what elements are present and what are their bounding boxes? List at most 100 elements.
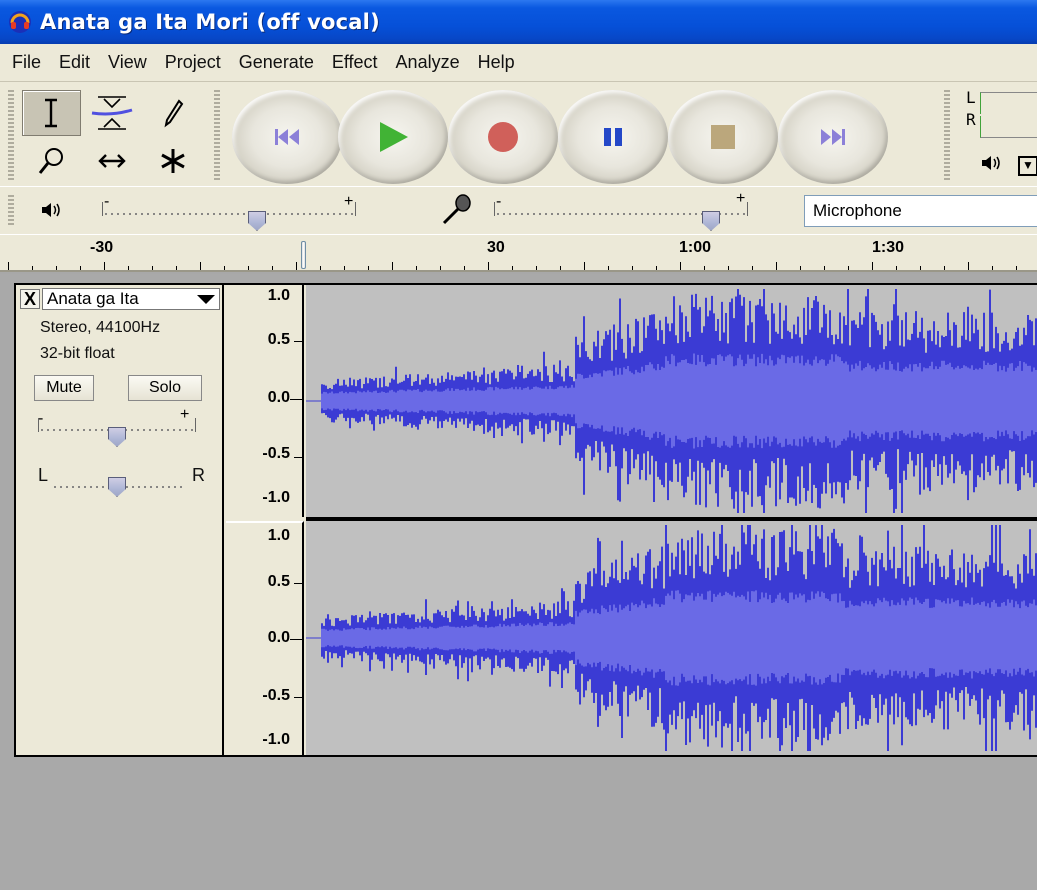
ruler-tick — [104, 262, 105, 270]
track-format: Stereo, 44100Hz — [40, 319, 161, 336]
ruler-tick — [248, 266, 249, 270]
ruler-tick — [680, 262, 681, 270]
mute-button[interactable]: Mute — [34, 375, 94, 401]
skip-to-end-button[interactable] — [778, 90, 888, 184]
menu-help[interactable]: Help — [470, 52, 523, 73]
ruler-tick — [8, 262, 9, 270]
ruler-tick — [128, 266, 129, 270]
track-name-menu[interactable]: Anata ga Ita — [42, 288, 220, 310]
input-source-select[interactable]: Microphone — [804, 195, 1037, 227]
menu-generate[interactable]: Generate — [231, 52, 322, 73]
menu-effect[interactable]: Effect — [324, 52, 386, 73]
tools-toolbar-grip[interactable] — [8, 90, 14, 182]
toolbar-area: L R ▼ - + - + Microphone — [0, 82, 1037, 234]
scale-tick — [294, 341, 302, 342]
ruler-tick — [632, 266, 633, 270]
track-close-button[interactable]: X — [20, 289, 40, 309]
ruler-tick — [1016, 266, 1017, 270]
channel-separator — [306, 517, 1037, 521]
meter-right-label: R — [966, 110, 976, 129]
pencil-icon — [164, 99, 183, 128]
magnifier-icon — [39, 148, 64, 174]
audio-track: X Anata ga Ita Stereo, 44100Hz 32-bit fl… — [14, 283, 1037, 757]
scale-tick — [294, 583, 302, 584]
ruler-tick — [848, 266, 849, 270]
solo-button[interactable]: Solo — [128, 375, 202, 401]
time-shift-tool-button[interactable] — [83, 138, 142, 184]
audacity-logo-icon — [9, 11, 31, 33]
meter-left-label: L — [966, 88, 976, 107]
pan-right-label: R — [192, 465, 205, 485]
ruler-tick — [464, 266, 465, 270]
record-button[interactable] — [448, 90, 558, 184]
draw-tool-button[interactable] — [143, 90, 202, 136]
transport-toolbar — [232, 90, 892, 184]
ruler-tick — [896, 266, 897, 270]
ch2-scale-label: -1.0 — [262, 731, 290, 748]
menu-view[interactable]: View — [100, 52, 155, 73]
ruler-tick — [944, 266, 945, 270]
input-volume-thumb[interactable] — [702, 211, 720, 231]
meter-toolbar-grip[interactable] — [944, 90, 950, 182]
ruler-label-1-30: 1:30 — [872, 239, 905, 256]
double-arrow-icon — [98, 154, 126, 168]
meter-menu-dropdown[interactable]: ▼ — [1018, 156, 1037, 176]
selection-tool-button[interactable] — [22, 90, 81, 136]
menu-edit[interactable]: Edit — [51, 52, 98, 73]
speaker-icon — [982, 156, 1000, 170]
scale-tick — [294, 697, 302, 698]
ruler-tick — [32, 266, 33, 270]
multi-tool-button[interactable] — [143, 138, 202, 184]
output-volume-icon — [42, 203, 60, 217]
timeline-ruler[interactable]: -30 0 30 1:00 1:30 — [0, 234, 1037, 272]
tools-toolbar — [22, 90, 202, 184]
ruler-tick — [920, 266, 921, 270]
chevron-down-icon — [197, 294, 215, 304]
ch2-scale-label: 1.0 — [267, 527, 290, 544]
play-button[interactable] — [338, 90, 448, 184]
pause-button[interactable] — [558, 90, 668, 184]
ruler-tick — [152, 266, 153, 270]
ch1-scale-label: 0.0 — [267, 389, 290, 406]
channel2-amplitude-scale: 1.0 0.5 0.0 -0.5 -1.0 — [226, 521, 304, 755]
ruler-tick — [584, 262, 585, 270]
ruler-tick — [800, 266, 801, 270]
transport-toolbar-grip[interactable] — [214, 90, 220, 182]
ruler-tick — [80, 266, 81, 270]
meter-right-bar[interactable] — [980, 116, 1037, 138]
waveform-display[interactable] — [306, 285, 1037, 755]
ch1-scale-label: 1.0 — [267, 287, 290, 304]
output-volume-thumb[interactable] — [248, 211, 266, 231]
menu-file[interactable]: File — [4, 52, 49, 73]
title-bar: Anata ga Ita Mori (off vocal) — [0, 0, 1037, 44]
menu-analyze[interactable]: Analyze — [388, 52, 468, 73]
track-bit-depth: 32-bit float — [40, 345, 115, 362]
meter-toolbar: L R ▼ — [956, 88, 1037, 184]
envelope-icon — [91, 96, 133, 130]
envelope-tool-button[interactable] — [83, 90, 142, 136]
menu-project[interactable]: Project — [157, 52, 229, 73]
mixer-toolbar: - + - + Microphone — [0, 186, 1037, 234]
meter-left-bar[interactable] — [980, 92, 1037, 114]
track-control-panel: X Anata ga Ita Stereo, 44100Hz 32-bit fl… — [16, 285, 224, 755]
scale-tick — [290, 399, 302, 400]
ruler-tick — [776, 262, 777, 270]
stop-button[interactable] — [668, 90, 778, 184]
ruler-tick — [512, 266, 513, 270]
mixer-toolbar-grip[interactable] — [8, 195, 14, 227]
ruler-tick — [272, 266, 273, 270]
pause-icon — [604, 128, 622, 146]
ruler-tick — [752, 266, 753, 270]
track-pan-thumb[interactable] — [108, 477, 126, 497]
ruler-tick — [704, 266, 705, 270]
output-volume-slider[interactable] — [102, 202, 356, 216]
record-icon — [488, 122, 518, 152]
track-name: Anata ga Ita — [47, 289, 139, 308]
play-position-cursor[interactable] — [301, 241, 306, 269]
ch2-scale-label: 0.5 — [267, 573, 290, 590]
ruler-tick — [392, 262, 393, 270]
track-gain-thumb[interactable] — [108, 427, 126, 447]
zoom-tool-button[interactable] — [22, 138, 81, 184]
scale-tick — [294, 457, 302, 458]
skip-to-start-button[interactable] — [232, 90, 342, 184]
